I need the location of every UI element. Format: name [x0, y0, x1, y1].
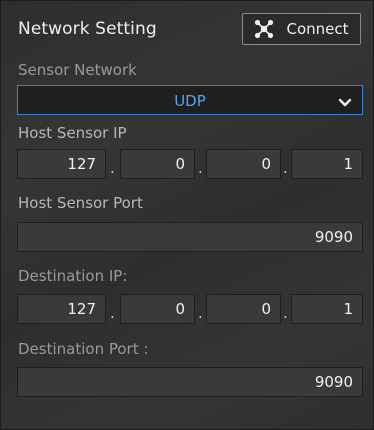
dest-ip-octet-2[interactable]: 0	[120, 294, 195, 324]
dest-ip-separator: .	[283, 304, 288, 322]
host-ip-octet-2[interactable]: 0	[120, 149, 195, 179]
destination-port-input[interactable]: 9090	[17, 367, 363, 397]
network-setting-panel: Network Setting Connect Sensor Network U…	[0, 0, 374, 430]
connect-button-label: Connect	[286, 20, 349, 38]
host-sensor-port-label: Host Sensor Port	[18, 194, 143, 212]
dest-ip-separator: .	[198, 304, 203, 322]
sensor-network-label: Sensor Network	[18, 61, 137, 79]
host-ip-separator: .	[110, 159, 115, 177]
destination-ip-label: Destination IP:	[18, 267, 128, 285]
dest-ip-octet-4[interactable]: 1	[291, 294, 363, 324]
dest-ip-octet-3[interactable]: 0	[206, 294, 281, 324]
host-ip-octet-4[interactable]: 1	[291, 149, 363, 179]
dest-ip-separator: .	[110, 304, 115, 322]
host-sensor-ip-label: Host Sensor IP	[18, 124, 127, 142]
panel-title: Network Setting	[18, 19, 157, 39]
dest-ip-octet-1[interactable]: 127	[17, 294, 106, 324]
host-sensor-port-input[interactable]: 9090	[17, 222, 363, 252]
host-ip-separator: .	[283, 159, 288, 177]
sensor-network-selected-value: UDP	[174, 92, 206, 110]
connect-button[interactable]: Connect	[242, 13, 361, 45]
host-ip-separator: .	[198, 159, 203, 177]
chevron-down-icon	[338, 94, 352, 113]
destination-port-label: Destination Port :	[18, 340, 149, 358]
network-nodes-icon	[254, 19, 274, 39]
host-ip-octet-1[interactable]: 127	[17, 149, 106, 179]
sensor-network-select[interactable]: UDP	[17, 85, 363, 115]
host-ip-octet-3[interactable]: 0	[206, 149, 281, 179]
